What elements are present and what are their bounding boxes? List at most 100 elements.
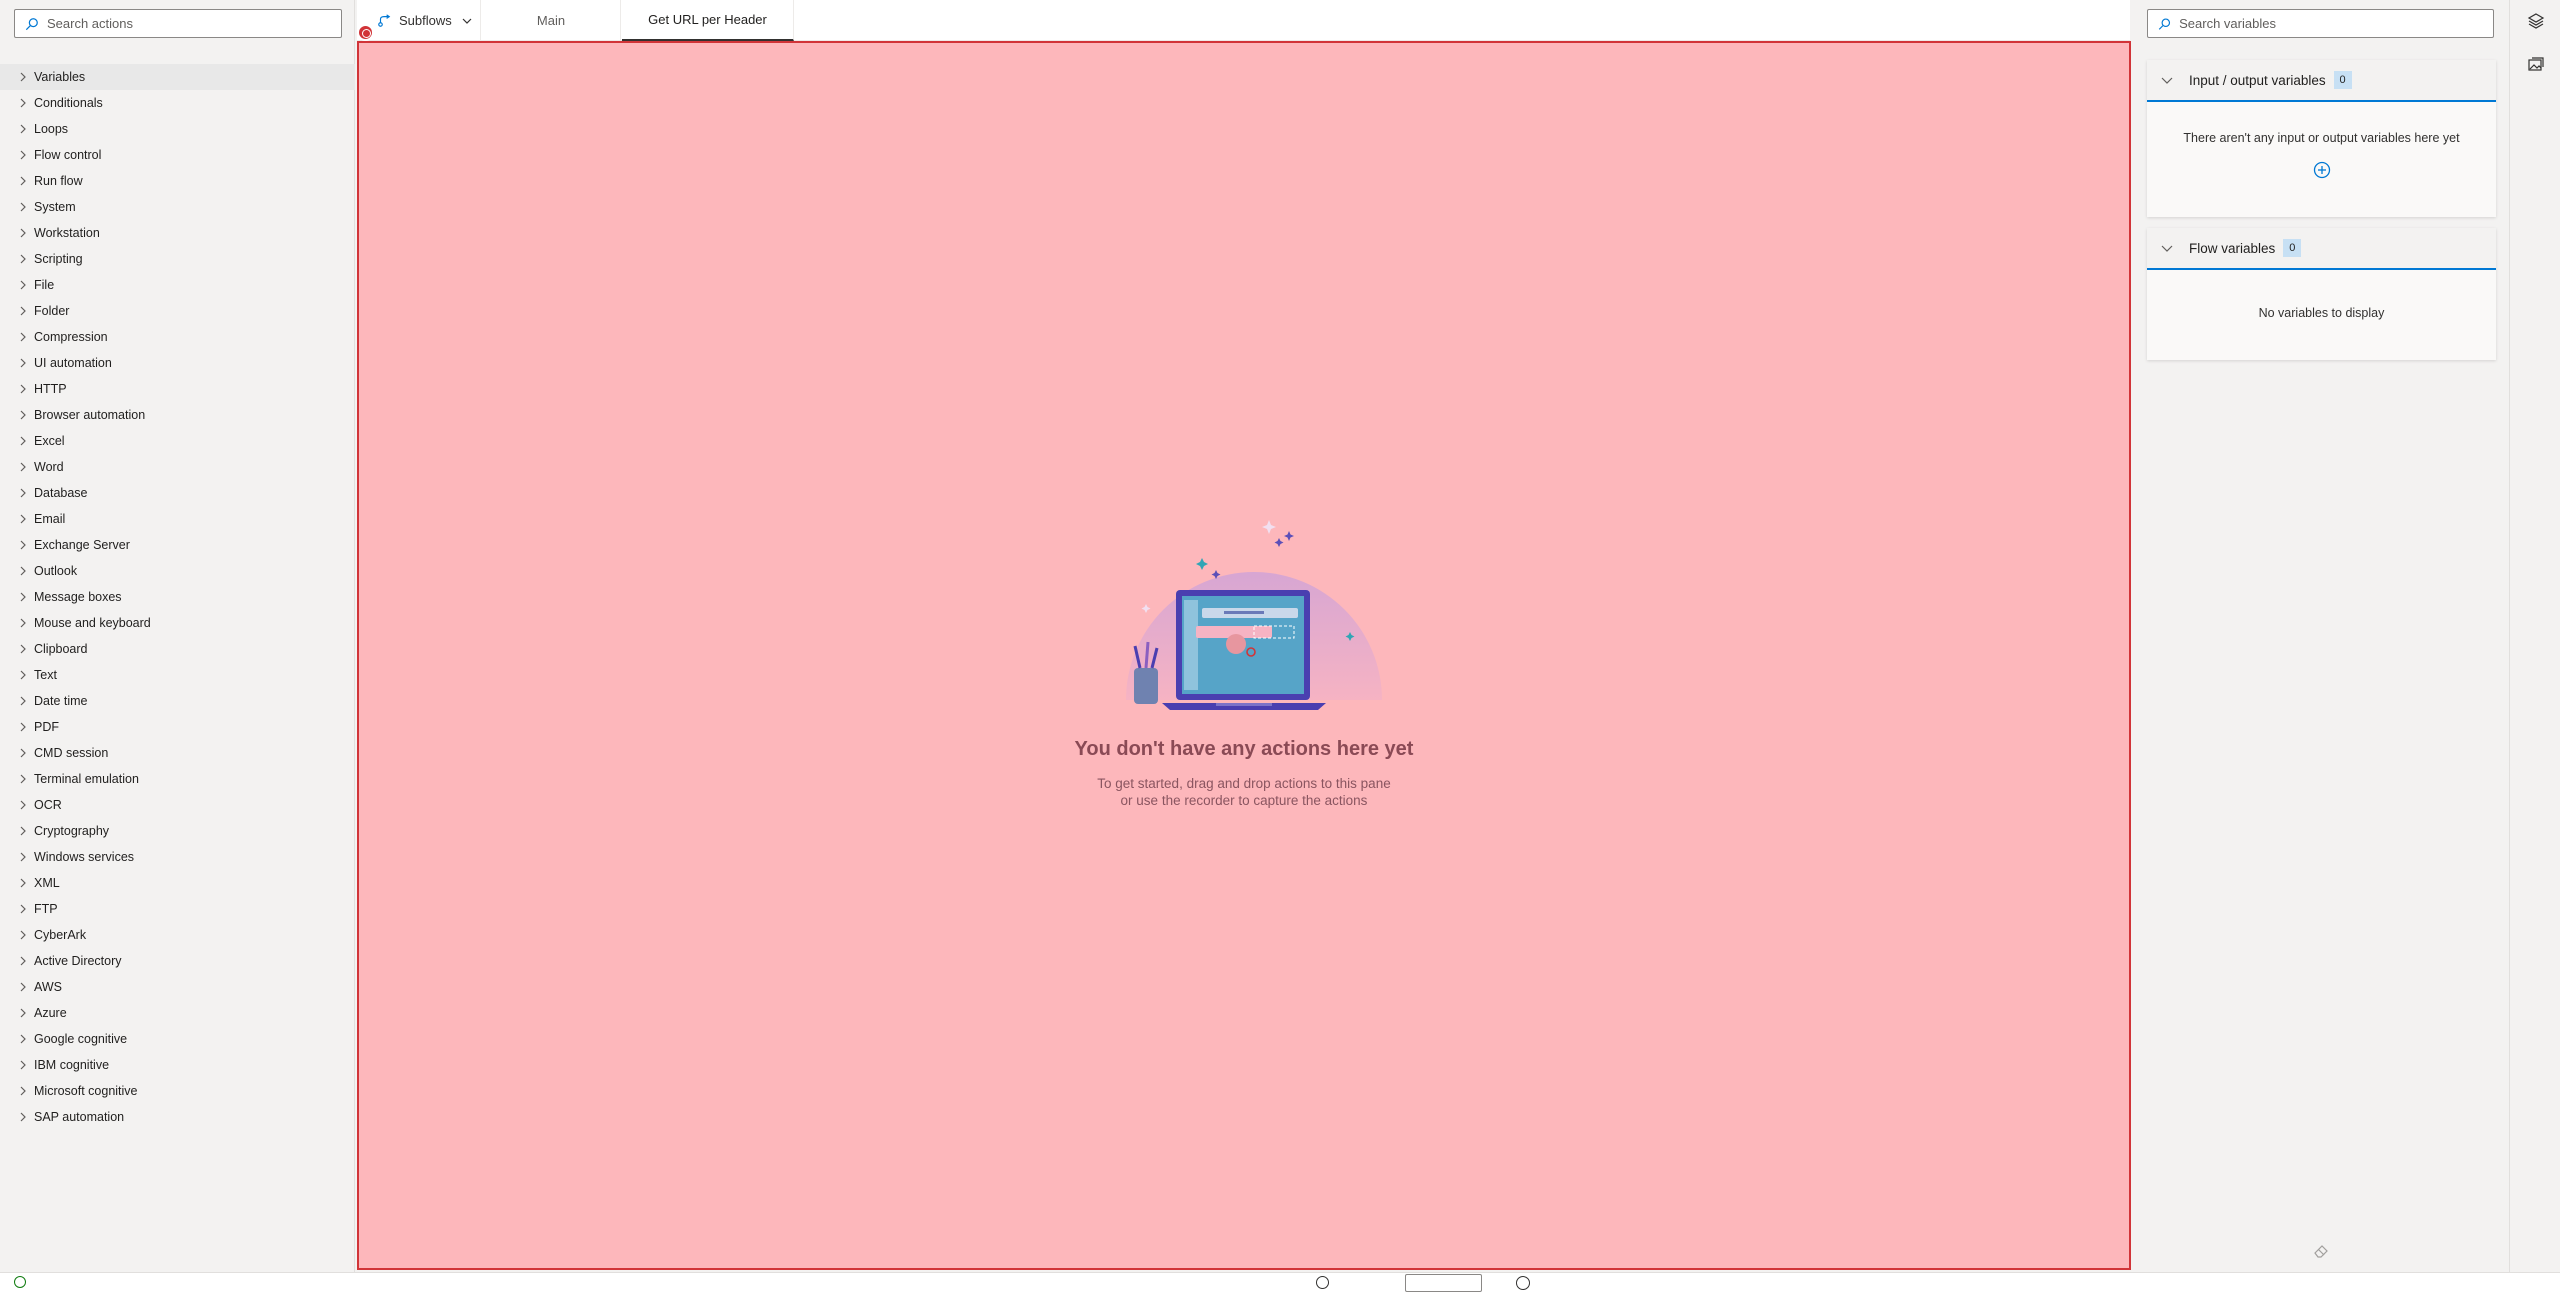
action-category-google-cognitive[interactable]: Google cognitive (0, 1026, 355, 1052)
action-category-message-boxes[interactable]: Message boxes (0, 584, 355, 610)
variables-search-box[interactable] (2147, 9, 2494, 38)
action-category-text[interactable]: Text (0, 662, 355, 688)
chevron-right-icon (20, 1008, 26, 1018)
action-category-ftp[interactable]: FTP (0, 896, 355, 922)
recording-indicator-icon (357, 24, 374, 41)
subflows-label: Subflows (399, 13, 452, 28)
action-category-sap-automation[interactable]: SAP automation (0, 1104, 355, 1130)
chevron-right-icon (20, 384, 26, 394)
eraser-icon[interactable] (2313, 1243, 2329, 1259)
chevron-right-icon (20, 982, 26, 992)
action-category-label: System (34, 200, 76, 214)
chevron-right-icon (20, 176, 26, 186)
action-category-label: OCR (34, 798, 62, 812)
action-category-conditionals[interactable]: Conditionals (0, 90, 355, 116)
action-category-excel[interactable]: Excel (0, 428, 355, 454)
action-category-xml[interactable]: XML (0, 870, 355, 896)
chevron-right-icon (20, 930, 26, 940)
action-category-list: Variables Conditionals Loops Flow control Ru… (0, 64, 355, 1130)
action-category-workstation[interactable]: Workstation (0, 220, 355, 246)
action-category-http[interactable]: HTTP (0, 376, 355, 402)
action-category-aws[interactable]: AWS (0, 974, 355, 1000)
action-category-clipboard[interactable]: Clipboard (0, 636, 355, 662)
chevron-right-icon (20, 1034, 26, 1044)
action-category-active-directory[interactable]: Active Directory (0, 948, 355, 974)
action-category-ui-automation[interactable]: UI automation (0, 350, 355, 376)
input-output-variables-header[interactable]: Input / output variables 0 (2147, 60, 2496, 102)
action-category-file[interactable]: File (0, 272, 355, 298)
action-category-system[interactable]: System (0, 194, 355, 220)
actions-search-box[interactable] (14, 9, 342, 38)
run-delay-input[interactable] (1405, 1274, 1482, 1292)
action-category-run-flow[interactable]: Run flow (0, 168, 355, 194)
action-category-terminal-emulation[interactable]: Terminal emulation (0, 766, 355, 792)
subflows-dropdown[interactable]: Subflows (371, 0, 481, 41)
tab-main[interactable]: Main (482, 0, 621, 41)
action-category-label: XML (34, 876, 60, 890)
chevron-down-icon[interactable] (2161, 242, 2173, 254)
chevron-right-icon (20, 410, 26, 420)
action-category-azure[interactable]: Azure (0, 1000, 355, 1026)
action-category-label: Terminal emulation (34, 772, 139, 786)
action-category-exchange-server[interactable]: Exchange Server (0, 532, 355, 558)
info-icon[interactable] (1516, 1276, 1530, 1290)
action-category-variables[interactable]: Variables (0, 64, 355, 90)
action-category-scripting[interactable]: Scripting (0, 246, 355, 272)
run-delay-indicator (1316, 1276, 1329, 1289)
action-category-cyberark[interactable]: CyberArk (0, 922, 355, 948)
action-category-ibm-cognitive[interactable]: IBM cognitive (0, 1052, 355, 1078)
action-category-label: Run flow (34, 174, 83, 188)
action-category-label: Clipboard (34, 642, 88, 656)
chevron-right-icon (20, 670, 26, 680)
action-category-compression[interactable]: Compression (0, 324, 355, 350)
action-category-microsoft-cognitive[interactable]: Microsoft cognitive (0, 1078, 355, 1104)
chevron-right-icon (20, 150, 26, 160)
images-icon[interactable] (2527, 56, 2545, 74)
empty-state: You don't have any actions here yet To g… (359, 508, 2129, 809)
status-ok-icon (14, 1276, 26, 1288)
action-category-label: Word (34, 460, 64, 474)
action-category-label: Message boxes (34, 590, 122, 604)
action-category-label: Browser automation (34, 408, 146, 422)
action-category-label: Conditionals (34, 96, 103, 110)
empty-state-description: To get started, drag and drop actions to… (359, 775, 2129, 809)
variables-search-input[interactable] (2179, 16, 2493, 31)
add-circle-icon[interactable] (2313, 161, 2331, 179)
empty-state-line-2: or use the recorder to capture the actio… (1120, 793, 1368, 808)
action-category-date-time[interactable]: Date time (0, 688, 355, 714)
status-bar (0, 1272, 2560, 1292)
action-category-mouse-and-keyboard[interactable]: Mouse and keyboard (0, 610, 355, 636)
action-category-ocr[interactable]: OCR (0, 792, 355, 818)
layers-icon[interactable] (2527, 12, 2545, 30)
action-category-cryptography[interactable]: Cryptography (0, 818, 355, 844)
chevron-right-icon (20, 306, 26, 316)
tab-get-url-per-header[interactable]: Get URL per Header (622, 0, 794, 41)
action-category-pdf[interactable]: PDF (0, 714, 355, 740)
actions-search-input[interactable] (47, 16, 341, 31)
flow-designer-canvas[interactable]: You don't have any actions here yet To g… (357, 41, 2131, 1270)
action-category-label: Database (34, 486, 88, 500)
action-category-folder[interactable]: Folder (0, 298, 355, 324)
action-category-label: Flow control (34, 148, 102, 162)
action-category-browser-automation[interactable]: Browser automation (0, 402, 355, 428)
chevron-right-icon (20, 800, 26, 810)
action-category-label: Cryptography (34, 824, 110, 838)
action-category-database[interactable]: Database (0, 480, 355, 506)
action-category-loops[interactable]: Loops (0, 116, 355, 142)
action-category-cmd-session[interactable]: CMD session (0, 740, 355, 766)
action-category-label: CyberArk (34, 928, 87, 942)
input-output-variables-title: Input / output variables (2189, 72, 2326, 88)
empty-state-illustration-icon (1126, 520, 1382, 710)
action-category-word[interactable]: Word (0, 454, 355, 480)
clock-icon (1316, 1276, 1329, 1289)
chevron-down-icon[interactable] (2161, 74, 2173, 86)
action-category-flow-control[interactable]: Flow control (0, 142, 355, 168)
chevron-right-icon (20, 280, 26, 290)
chevron-right-icon (20, 904, 26, 914)
search-icon (2158, 18, 2171, 30)
flow-variables-header[interactable]: Flow variables 0 (2147, 228, 2496, 270)
action-category-windows-services[interactable]: Windows services (0, 844, 355, 870)
action-category-email[interactable]: Email (0, 506, 355, 532)
action-category-outlook[interactable]: Outlook (0, 558, 355, 584)
action-category-label: FTP (34, 902, 58, 916)
